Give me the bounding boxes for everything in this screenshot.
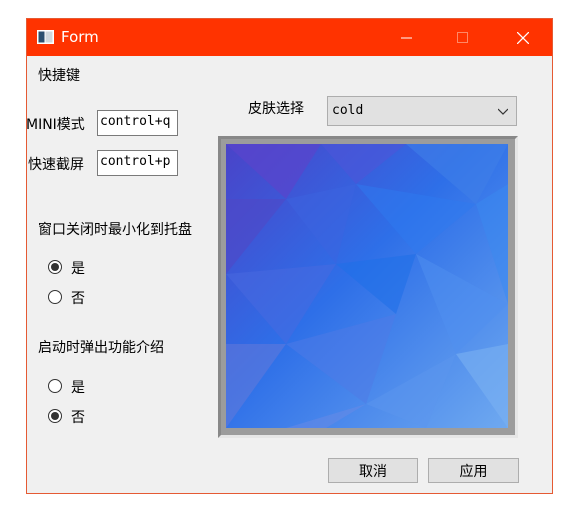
skin-select-label: 皮肤选择 bbox=[248, 101, 304, 117]
app-icon bbox=[37, 30, 54, 44]
startup-intro-label: 启动时弹出功能介绍 bbox=[38, 340, 164, 356]
skin-preview bbox=[218, 136, 518, 438]
close-button[interactable] bbox=[500, 19, 546, 56]
settings-window: Form 快捷键 MINI模式 control+q 快速截屏 control+p… bbox=[26, 18, 553, 494]
maximize-icon bbox=[457, 31, 468, 43]
cancel-button[interactable]: 取消 bbox=[328, 458, 418, 483]
skin-select[interactable]: cold bbox=[327, 96, 517, 126]
close-to-tray-no-radio[interactable] bbox=[48, 290, 62, 304]
close-icon bbox=[517, 31, 529, 44]
chevron-down-icon bbox=[498, 108, 508, 115]
skin-select-value: cold bbox=[332, 103, 364, 118]
startup-intro-no-label: 否 bbox=[71, 410, 85, 426]
shortcuts-section-label: 快捷键 bbox=[38, 68, 80, 84]
mini-mode-shortcut-input[interactable]: control+q bbox=[97, 110, 178, 136]
minimize-icon bbox=[401, 37, 412, 38]
close-to-tray-no-label: 否 bbox=[71, 291, 85, 307]
close-to-tray-yes-label: 是 bbox=[71, 261, 85, 277]
maximize-button[interactable] bbox=[440, 19, 486, 56]
startup-intro-yes-radio[interactable] bbox=[48, 379, 62, 393]
skin-preview-image bbox=[226, 144, 508, 428]
startup-intro-yes-label: 是 bbox=[71, 380, 85, 396]
screenshot-shortcut-input[interactable]: control+p bbox=[97, 150, 178, 176]
close-to-tray-label: 窗口关闭时最小化到托盘 bbox=[38, 222, 192, 238]
title-bar[interactable]: Form bbox=[27, 19, 552, 56]
startup-intro-no-radio[interactable] bbox=[48, 409, 62, 423]
minimize-button[interactable] bbox=[384, 19, 430, 56]
apply-button[interactable]: 应用 bbox=[428, 458, 519, 483]
screenshot-label: 快速截屏 bbox=[28, 157, 84, 173]
mini-mode-label: MINI模式 bbox=[26, 117, 85, 133]
window-title: Form bbox=[61, 28, 99, 46]
close-to-tray-yes-radio[interactable] bbox=[48, 260, 62, 274]
